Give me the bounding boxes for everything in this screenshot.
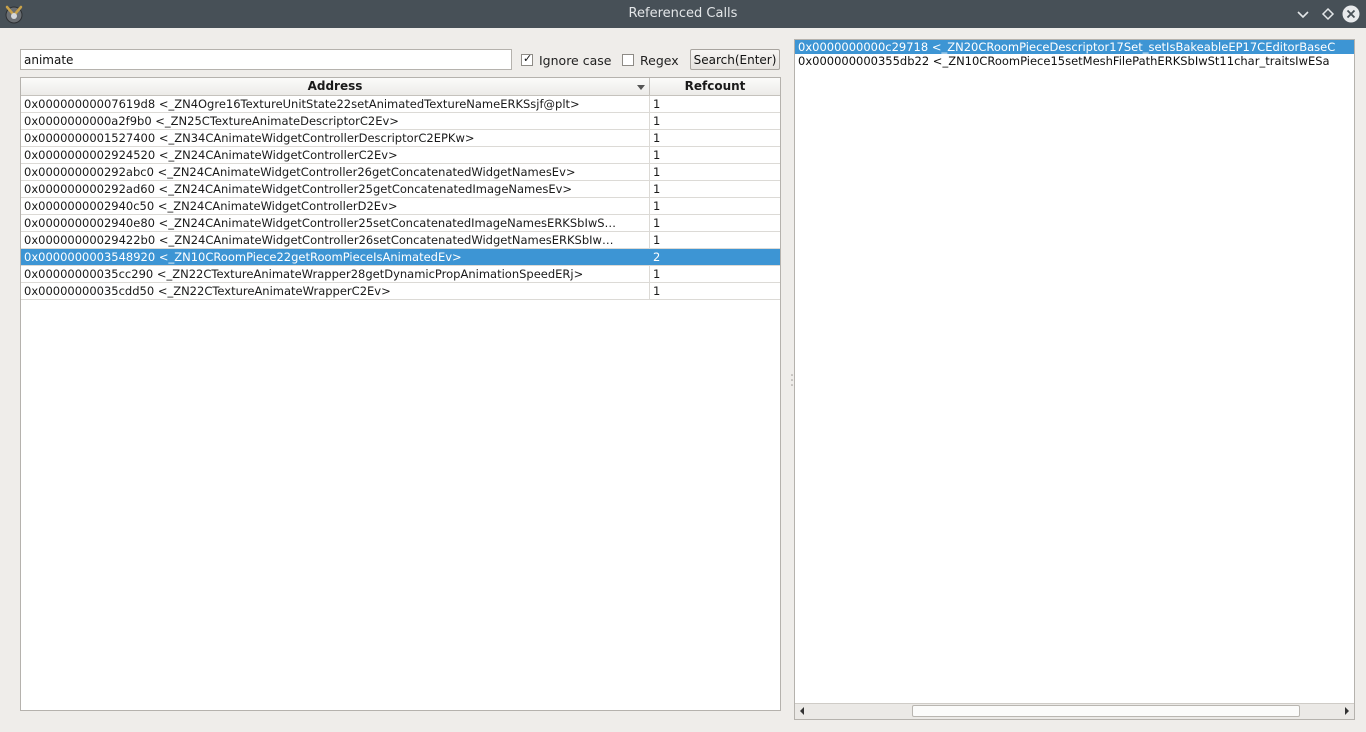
close-icon[interactable] [1342, 5, 1360, 23]
address-cell: 0x0000000002940c50 <_ZN24CAnimateWidgetC… [21, 198, 650, 214]
refcount-cell: 1 [653, 267, 661, 281]
regex-label: Regex [640, 52, 679, 68]
column-header-address[interactable]: Address [21, 78, 650, 95]
window-title: Referenced Calls [628, 6, 738, 21]
refcount-cell: 1 [653, 284, 661, 298]
list-item[interactable]: 0x0000000000c29718 <_ZN20CRoomPieceDescr… [795, 40, 1354, 54]
table-row[interactable]: 0x00000000029422b0 <_ZN24CAnimateWidgetC… [21, 232, 780, 249]
main-area: Ignore case Regex Search(Enter) Address … [0, 28, 1366, 732]
ignore-case-checkbox[interactable]: Ignore case [521, 52, 611, 68]
table-row[interactable]: 0x0000000002924520 <_ZN24CAnimateWidgetC… [21, 147, 780, 164]
diamond-icon[interactable] [1319, 5, 1337, 23]
refcount-cell: 1 [653, 165, 661, 179]
address-cell: 0x0000000002940e80 <_ZN24CAnimateWidgetC… [21, 215, 650, 231]
address-cell: 0x0000000003548920 <_ZN10CRoomPiece22get… [21, 249, 650, 265]
table-row[interactable]: 0x0000000000a2f9b0 <_ZN25CTextureAnimate… [21, 113, 780, 130]
references-list-panel: 0x0000000000c29718 <_ZN20CRoomPieceDescr… [794, 39, 1355, 720]
refcount-cell: 1 [653, 233, 661, 247]
regex-checkbox[interactable]: Regex [622, 52, 679, 68]
scroll-left-icon[interactable] [795, 704, 809, 718]
scroll-right-icon[interactable] [1340, 704, 1354, 718]
scrollbar-thumb[interactable] [911, 705, 1300, 717]
references-list: 0x0000000000c29718 <_ZN20CRoomPieceDescr… [795, 40, 1354, 704]
refcount-cell: 1 [653, 199, 661, 213]
table-row[interactable]: 0x0000000003548920 <_ZN10CRoomPiece22get… [21, 249, 780, 266]
address-cell: 0x00000000035cdd50 <_ZN22CTextureAnimate… [21, 283, 650, 299]
address-cell: 0x000000000292abc0 <_ZN24CAnimateWidgetC… [21, 164, 650, 180]
table-row[interactable]: 0x00000000007619d8 <_ZN4Ogre16TextureUni… [21, 96, 780, 113]
refcount-cell: 1 [653, 131, 661, 145]
table-row[interactable]: 0x000000000292ad60 <_ZN24CAnimateWidgetC… [21, 181, 780, 198]
address-cell: 0x00000000029422b0 <_ZN24CAnimateWidgetC… [21, 232, 650, 248]
refcount-cell: 1 [653, 182, 661, 196]
table-row[interactable]: 0x000000000292abc0 <_ZN24CAnimateWidgetC… [21, 164, 780, 181]
address-cell: 0x0000000002924520 <_ZN24CAnimateWidgetC… [21, 147, 650, 163]
address-cell: 0x000000000292ad60 <_ZN24CAnimateWidgetC… [21, 181, 650, 197]
splitter-handle[interactable] [791, 373, 793, 387]
ignore-case-label: Ignore case [539, 52, 612, 68]
horizontal-scrollbar[interactable] [795, 703, 1354, 719]
table-row[interactable]: 0x00000000035cdd50 <_ZN22CTextureAnimate… [21, 283, 780, 300]
address-cell: 0x00000000035cc290 <_ZN22CTextureAnimate… [21, 266, 650, 282]
table-body: 0x00000000007619d8 <_ZN4Ogre16TextureUni… [21, 96, 780, 300]
column-header-refcount-label: Refcount [684, 79, 746, 93]
search-button[interactable]: Search(Enter) [690, 49, 780, 70]
address-cell: 0x00000000007619d8 <_ZN4Ogre16TextureUni… [21, 96, 650, 112]
regex-check-box[interactable] [622, 54, 634, 66]
table-row[interactable]: 0x0000000002940e80 <_ZN24CAnimateWidgetC… [21, 215, 780, 232]
refcount-cell: 1 [653, 216, 661, 230]
chevron-down-icon[interactable] [1294, 5, 1312, 23]
column-header-refcount[interactable]: Refcount [650, 78, 780, 95]
results-table: Address Refcount 0x00000000007619d8 <_ZN… [20, 77, 781, 711]
table-row[interactable]: 0x0000000002940c50 <_ZN24CAnimateWidgetC… [21, 198, 780, 215]
address-cell: 0x0000000001527400 <_ZN34CAnimateWidgetC… [21, 130, 650, 146]
refcount-cell: 1 [653, 97, 661, 111]
refcount-cell: 1 [653, 114, 661, 128]
search-input[interactable] [20, 49, 512, 70]
scrollbar-track[interactable] [809, 705, 1340, 717]
refcount-cell: 1 [653, 148, 661, 162]
title-bar: Referenced Calls [0, 0, 1366, 28]
table-row[interactable]: 0x00000000035cc290 <_ZN22CTextureAnimate… [21, 266, 780, 283]
ignore-case-check-box[interactable] [521, 52, 533, 66]
sort-down-icon [637, 85, 645, 90]
column-header-address-label: Address [307, 79, 363, 93]
address-cell: 0x0000000000a2f9b0 <_ZN25CTextureAnimate… [21, 113, 650, 129]
table-header: Address Refcount [21, 78, 780, 96]
refcount-cell: 2 [653, 250, 661, 264]
list-item[interactable]: 0x000000000355db22 <_ZN10CRoomPiece15set… [795, 54, 1354, 68]
table-row[interactable]: 0x0000000001527400 <_ZN34CAnimateWidgetC… [21, 130, 780, 147]
